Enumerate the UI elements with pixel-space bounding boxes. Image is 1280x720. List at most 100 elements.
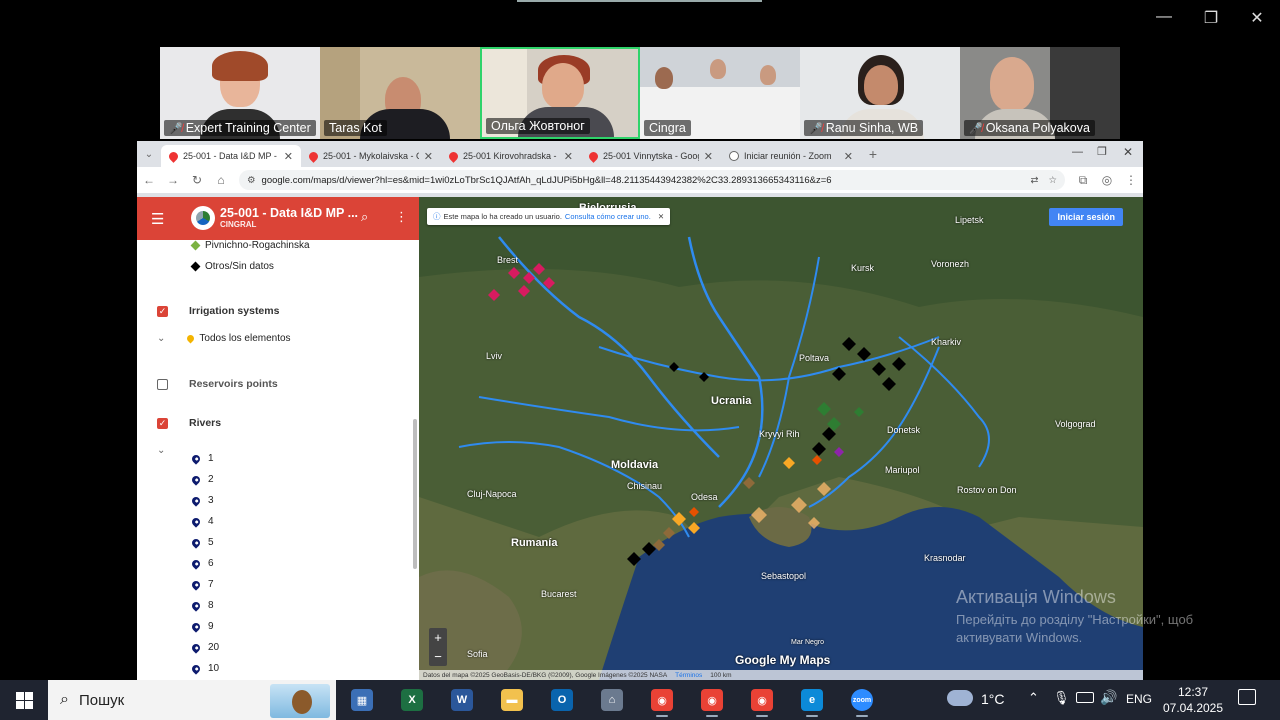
zoom-globe-icon [729,151,739,161]
extensions-icon[interactable]: ⧉ [1071,173,1095,188]
bookmark-star-icon[interactable]: ☆ [1048,175,1057,186]
river-item[interactable]: 8 [190,599,214,612]
site-info-icon[interactable]: ⚙ [247,175,256,186]
map-place-label: Voronezh [931,259,970,269]
tab-kirovohradska[interactable]: 25-001 Kirovohradska - Googl ✕ [441,145,581,167]
translate-icon[interactable]: ⇄ [1031,175,1039,186]
participant-name: 🎤̸ Ranu Sinha, WB [804,120,924,136]
river-item[interactable]: 1 [190,452,214,465]
address-bar[interactable]: ⚙ google.com/maps/d/viewer?hl=es&mid=1wi… [239,170,1065,190]
participant-tile[interactable]: Cingra [640,47,800,139]
home-icon[interactable]: ⌂ [209,173,233,187]
close-tab-icon[interactable]: ✕ [564,150,573,163]
rivers-expand[interactable]: ⌄ [157,445,165,456]
tab-mykolaivska[interactable]: 25-001 - Mykolaivska - Google ✕ [301,145,441,167]
close-tab-icon[interactable]: ✕ [424,150,433,163]
speaker-icon[interactable]: 🔊 [1100,689,1117,706]
checkbox-checked[interactable]: ✓ [157,417,168,429]
close-tab-icon[interactable]: ✕ [284,150,293,163]
close-notice-icon[interactable]: ✕ [658,212,664,221]
chevron-down-icon[interactable]: ⌄ [157,445,165,456]
tab-vinnytska[interactable]: 25-001 Vinnytska - Google My ✕ [581,145,721,167]
zoom-out-button[interactable]: − [429,647,447,666]
chrome-3-taskbar-button[interactable]: ◉ [744,682,780,718]
participant-tile[interactable]: 🎤̸ Expert Training Center [160,47,320,139]
river-item[interactable]: 2 [190,473,214,486]
weather-cloud-icon[interactable] [947,690,973,706]
river-item[interactable]: 6 [190,557,214,570]
reload-icon[interactable]: ↻ [185,173,209,187]
signin-button[interactable]: Iniciar sesión [1049,208,1123,226]
notifications-icon[interactable] [1238,689,1256,705]
river-item-label: 7 [208,579,214,590]
chrome-taskbar-button[interactable]: ◉ [644,682,680,718]
forward-icon[interactable]: → [161,173,185,187]
edge-taskbar-button[interactable]: e [794,682,830,718]
new-tab-button[interactable]: + [861,146,885,162]
minimize-icon[interactable]: — [1072,146,1083,158]
river-item[interactable]: 9 [190,620,214,633]
zoom-taskbar-button[interactable]: zoom [844,682,880,718]
participant-tile[interactable]: Taras Kot [320,47,480,139]
river-item[interactable]: 3 [190,494,214,507]
zoom-top-indicator [517,0,762,2]
start-button[interactable] [0,680,48,720]
hamburger-menu-icon[interactable]: ☰ [151,210,164,228]
clock[interactable]: 12:37 07.04.2025 [1162,684,1224,716]
layer-reservoirs-points[interactable]: Reservoirs points [157,378,278,390]
word-taskbar-button[interactable]: W [444,682,480,718]
sidebar-header: ☰ 25-001 - Data I&D MP ... CINGRAL ⌕ ⋮ [137,197,419,240]
tab-zoom[interactable]: Iniciar reunión - Zoom ✕ [721,145,861,167]
layer-all-elements[interactable]: ⌄ Todos los elementos [157,333,291,344]
weather-temp[interactable]: 1°C [981,691,1005,707]
checkbox-checked[interactable]: ✓ [157,305,168,317]
terms-link[interactable]: Términos [675,672,702,679]
back-icon[interactable]: ← [137,173,161,187]
checkbox-unchecked[interactable] [157,378,168,390]
profile-icon[interactable]: ◎ [1095,173,1119,187]
river-item[interactable]: 5 [190,536,214,549]
taskbar-search-box[interactable]: ⌕ Пошук [48,680,336,720]
chevron-down-icon[interactable]: ⌄ [157,333,165,344]
menu-dots-icon[interactable]: ⋮ [1119,173,1143,187]
sidebar-scrollbar[interactable] [413,419,417,569]
file-explorer-taskbar-button[interactable]: ▬ [494,682,530,718]
tab-search-icon[interactable]: ⌄ [137,149,161,160]
map-owner: CINGRAL [220,220,257,229]
excel-taskbar-button[interactable]: X [394,682,430,718]
scale-bar: 100 km [710,671,732,679]
layer-rivers[interactable]: ✓ Rivers [157,417,221,429]
minimize-icon[interactable]: — [1152,8,1176,26]
outlook-taskbar-button[interactable]: O [544,682,580,718]
participant-tile[interactable]: 🎤̸ Oksana Polyakova [960,47,1120,139]
close-icon[interactable]: ✕ [1123,145,1133,159]
chevron-up-icon[interactable]: ⌃ [1028,690,1039,706]
restore-icon[interactable]: ❐ [1199,8,1223,28]
language-indicator[interactable]: ENG [1126,692,1152,706]
map-title: 25-001 - Data I&D MP ... [220,206,359,220]
close-icon[interactable]: ✕ [1245,8,1269,28]
participant-tile[interactable]: 🎤̸ Ranu Sinha, WB [800,47,960,139]
tab-title: 25-001 - Data I&D MP - Ukrain [183,151,279,161]
close-tab-icon[interactable]: ✕ [704,150,713,163]
river-item[interactable]: 7 [190,578,214,591]
river-item[interactable]: 10 [190,662,219,675]
tab-data-id-mp[interactable]: 25-001 - Data I&D MP - Ukrain ✕ [161,145,301,167]
calculator-taskbar-button[interactable]: ▦ [344,682,380,718]
notice-link[interactable]: Consulta cómo crear uno. [565,212,651,221]
chrome-2-taskbar-button[interactable]: ◉ [694,682,730,718]
river-item[interactable]: 4 [190,515,214,528]
river-item[interactable]: 20 [190,641,219,654]
search-icon[interactable]: ⌕ [361,209,368,225]
zoom-in-button[interactable]: + [429,628,447,647]
participant-tile-active[interactable]: Ольга Жовтоног [480,47,640,139]
close-tab-icon[interactable]: ✕ [844,150,853,163]
restore-icon[interactable]: ❐ [1097,145,1107,158]
markers-cluster-peach [751,482,831,529]
more-options-icon[interactable]: ⋮ [395,209,408,225]
battery-icon[interactable] [1076,692,1094,703]
layer-irrigation-systems[interactable]: ✓ Irrigation systems [157,305,279,317]
microphone-icon[interactable]: 🎙 [1053,690,1070,706]
map-place-label: Poltava [799,353,830,363]
network-taskbar-button[interactable]: ⌂ [594,682,630,718]
